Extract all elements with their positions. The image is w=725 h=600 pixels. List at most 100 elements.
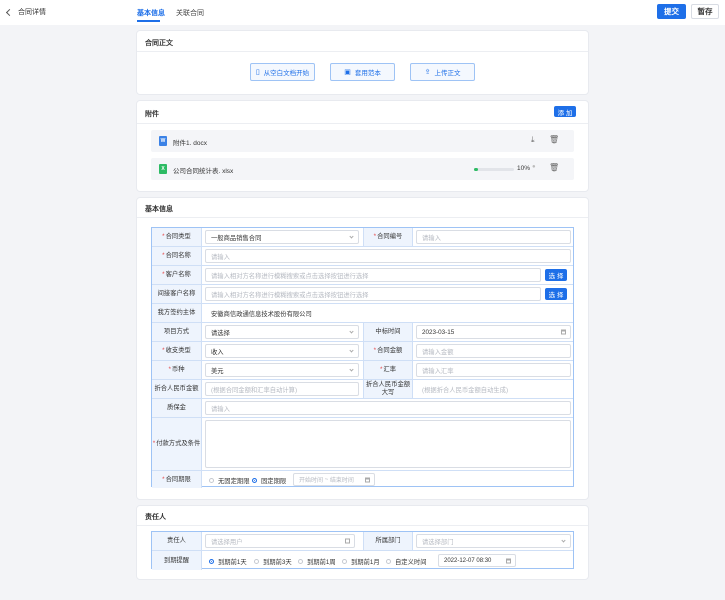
excel-file-icon: X (159, 164, 167, 174)
field-label: 折合人民币金额大写 (363, 380, 413, 398)
form-row: * 客户名称 请输入相对方名称进行模糊搜索或点击选择按钮进行选择 选 择 (152, 266, 573, 285)
rate-input[interactable]: 请输入汇率 (416, 363, 571, 377)
field-label: * 汇率 (363, 361, 413, 379)
bid-time-picker[interactable]: 2023-03-15 (416, 325, 571, 339)
user-picker-icon (345, 538, 350, 544)
income-type-select[interactable]: 收入 (205, 344, 359, 358)
amount-input[interactable]: 请输入金额 (416, 344, 571, 358)
back-button[interactable]: 合同详情 (5, 7, 46, 17)
tab-basic-info[interactable]: 基本信息 (137, 8, 165, 18)
delete-icon[interactable]: 🗑 (549, 135, 559, 144)
radio-fixed-period[interactable]: 固定期限 (252, 476, 286, 485)
contract-type-select[interactable]: 一般商品销售合同 (205, 230, 359, 244)
form-row: * 合同期限 无固定期限 固定期限 开始时间 ~ 结束时间 (152, 471, 573, 488)
form-row: 我方签约主体 安徽商信政通信息技术股份有限公司 (152, 304, 573, 323)
field-label: * 客户名称 (152, 266, 202, 284)
contract-no-input[interactable]: 请输入 (416, 230, 571, 244)
loading-icon: ● (532, 164, 536, 170)
submit-button[interactable]: 提交 (657, 4, 686, 19)
blank-document-label: 从空白文档开始 (263, 70, 310, 77)
field-label: 项目方式 (152, 323, 202, 341)
indirect-customer-input[interactable]: 请输入相对方名称进行模糊搜索或点击选择按钮进行选择 (205, 287, 541, 301)
field-label: 我方签约主体 (152, 304, 202, 322)
calendar-icon (561, 329, 566, 335)
radio-icon (209, 478, 214, 483)
payment-textarea[interactable] (205, 420, 571, 468)
chevron-down-icon (349, 329, 354, 334)
form-row: * 币种 美元 * 汇率 请输入汇率 (152, 361, 573, 380)
person-input[interactable]: 请选择用户 (205, 534, 355, 548)
download-icon[interactable]: ⤓ (531, 135, 535, 145)
attachment-name[interactable]: 附件1. docx (173, 137, 207, 147)
field-label: * 收支类型 (152, 342, 202, 360)
radio-reminder-1d[interactable]: 到期前1天 (209, 557, 247, 566)
period-range-picker[interactable]: 开始时间 ~ 结束时间 (293, 473, 375, 486)
radio-icon (209, 559, 214, 564)
field-label: * 合同类型 (152, 228, 202, 246)
field-label: 质保金 (152, 399, 202, 417)
rmb-amount-input[interactable]: (根据合同金额和汇率自动计算) (205, 382, 359, 396)
attachments-title: 附件 (145, 111, 159, 118)
upload-progress-bar (474, 168, 514, 171)
field-label: 所属部门 (363, 532, 413, 550)
upload-progress-fill (474, 168, 478, 171)
radio-reminder-custom[interactable]: 自定义时间 (386, 557, 426, 566)
basic-info-form: * 合同类型 一般商品销售合同 * 合同编号 请输入 * 合同名称 请输入 * 客户名称… (151, 227, 574, 488)
field-label: 间接客户名称 (152, 285, 202, 303)
radio-icon (252, 478, 257, 483)
form-row: 项目方式 请选择 中标时间 2023-03-15 (152, 323, 573, 342)
field-label: * 付款方式及条件 (152, 418, 202, 470)
tab-related-contracts[interactable]: 关联合同 (176, 8, 204, 18)
attachment-row: X 公司合同统计表. xlsx 10% ● 🗑 (151, 158, 574, 180)
top-bar: 合同详情 基本信息 关联合同 提交 暂存 (0, 0, 725, 25)
delete-icon[interactable]: 🗑 (549, 163, 559, 172)
radio-reminder-1m[interactable]: 到期前1月 (342, 557, 380, 566)
deposit-input[interactable]: 请输入 (205, 401, 571, 415)
blank-document-button[interactable]: ▯ 从空白文档开始 (250, 63, 315, 81)
select-customer-button[interactable]: 选 择 (545, 269, 567, 281)
apply-template-button[interactable]: ▣ 套用范本 (330, 63, 395, 81)
chevron-down-icon (349, 367, 354, 372)
template-icon: ▣ (344, 69, 351, 76)
radio-icon (254, 559, 259, 564)
contract-body-title: 合同正文 (145, 40, 173, 47)
currency-select[interactable]: 美元 (205, 363, 359, 377)
chevron-left-icon (5, 8, 14, 16)
custom-time-picker[interactable]: 2022-12-07 08:30 (438, 554, 516, 567)
form-row: * 合同名称 请输入 (152, 247, 573, 266)
add-attachment-button[interactable]: 添 加 (554, 106, 576, 117)
form-row: * 合同类型 一般商品销售合同 * 合同编号 请输入 (152, 228, 573, 247)
apply-template-label: 套用范本 (354, 70, 381, 77)
field-label: 责任人 (152, 532, 202, 550)
save-draft-button[interactable]: 暂存 (691, 4, 719, 19)
field-label: 到期提醒 (152, 551, 202, 570)
word-file-icon: W (159, 136, 167, 146)
back-label: 合同详情 (18, 9, 46, 16)
project-select[interactable]: 请选择 (205, 325, 359, 339)
customer-input[interactable]: 请输入相对方名称进行模糊搜索或点击选择按钮进行选择 (205, 268, 541, 282)
contract-name-input[interactable]: 请输入 (205, 249, 571, 263)
form-row: * 付款方式及条件 (152, 418, 573, 471)
active-tab-indicator (137, 20, 160, 22)
upload-body-label: 上传正文 (434, 70, 461, 77)
form-row: 到期提醒 到期前1天 到期前3天 到期前1周 到期前1月 自定义时间 2022-… (152, 551, 573, 570)
form-row: 折合人民币金额 (根据合同金额和汇率自动计算) 折合人民币金额大写 (根据折合人… (152, 380, 573, 399)
field-label: * 合同期限 (152, 471, 202, 488)
attachment-name[interactable]: 公司合同统计表. xlsx (173, 165, 233, 175)
divider (137, 123, 588, 124)
dept-select[interactable]: 请选择部门 (416, 534, 571, 548)
field-label: * 币种 (152, 361, 202, 379)
select-indirect-customer-button[interactable]: 选 择 (545, 288, 567, 300)
upload-progress-text: 10% (517, 165, 531, 172)
our-party-value: 安徽商信政通信息技术股份有限公司 (205, 306, 571, 320)
divider (137, 217, 588, 218)
field-label: * 合同编号 (363, 228, 413, 246)
form-row: * 收支类型 收入 * 合同金额 请输入金额 (152, 342, 573, 361)
chevron-down-icon (561, 538, 566, 543)
radio-reminder-1w[interactable]: 到期前1周 (298, 557, 336, 566)
radio-no-fixed-period[interactable]: 无固定期限 (209, 476, 249, 485)
upload-body-button[interactable]: ⇪ 上传正文 (410, 63, 475, 81)
radio-reminder-3d[interactable]: 到期前3天 (254, 557, 292, 566)
rmb-upper-value: (根据折合人民币金额自动生成) (416, 382, 571, 396)
field-label: 折合人民币金额 (152, 380, 202, 398)
